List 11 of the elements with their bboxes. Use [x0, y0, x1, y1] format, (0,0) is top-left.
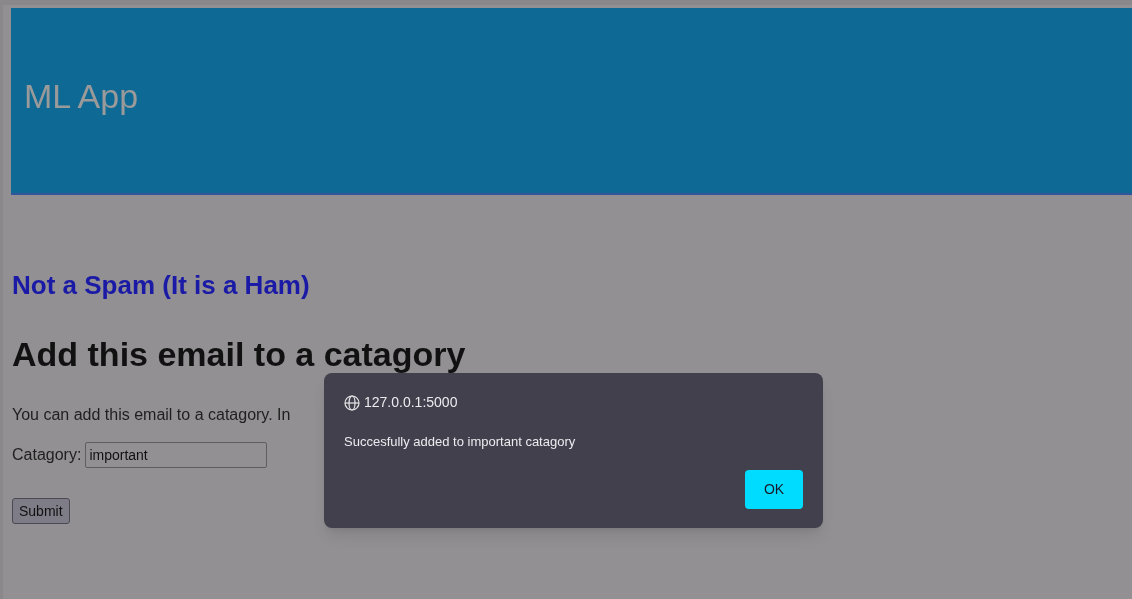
- field-label: Catagory:: [12, 445, 82, 465]
- globe-icon: [344, 394, 360, 411]
- app-title: ML App: [24, 76, 139, 117]
- dialog-origin: 127.0.0.1:5000: [364, 393, 458, 412]
- dialog-message: Succesfully added to important catagory: [344, 433, 577, 451]
- description-text: You can add this email to a catagory. In: [12, 405, 291, 425]
- ok-button[interactable]: OK: [745, 469, 803, 509]
- result-heading: Not a Spam (It is a Ham): [12, 269, 311, 302]
- submit-button[interactable]: Submit: [12, 498, 70, 524]
- section-heading: Add this email to a catagory: [12, 335, 466, 373]
- category-field[interactable]: important: [85, 442, 268, 468]
